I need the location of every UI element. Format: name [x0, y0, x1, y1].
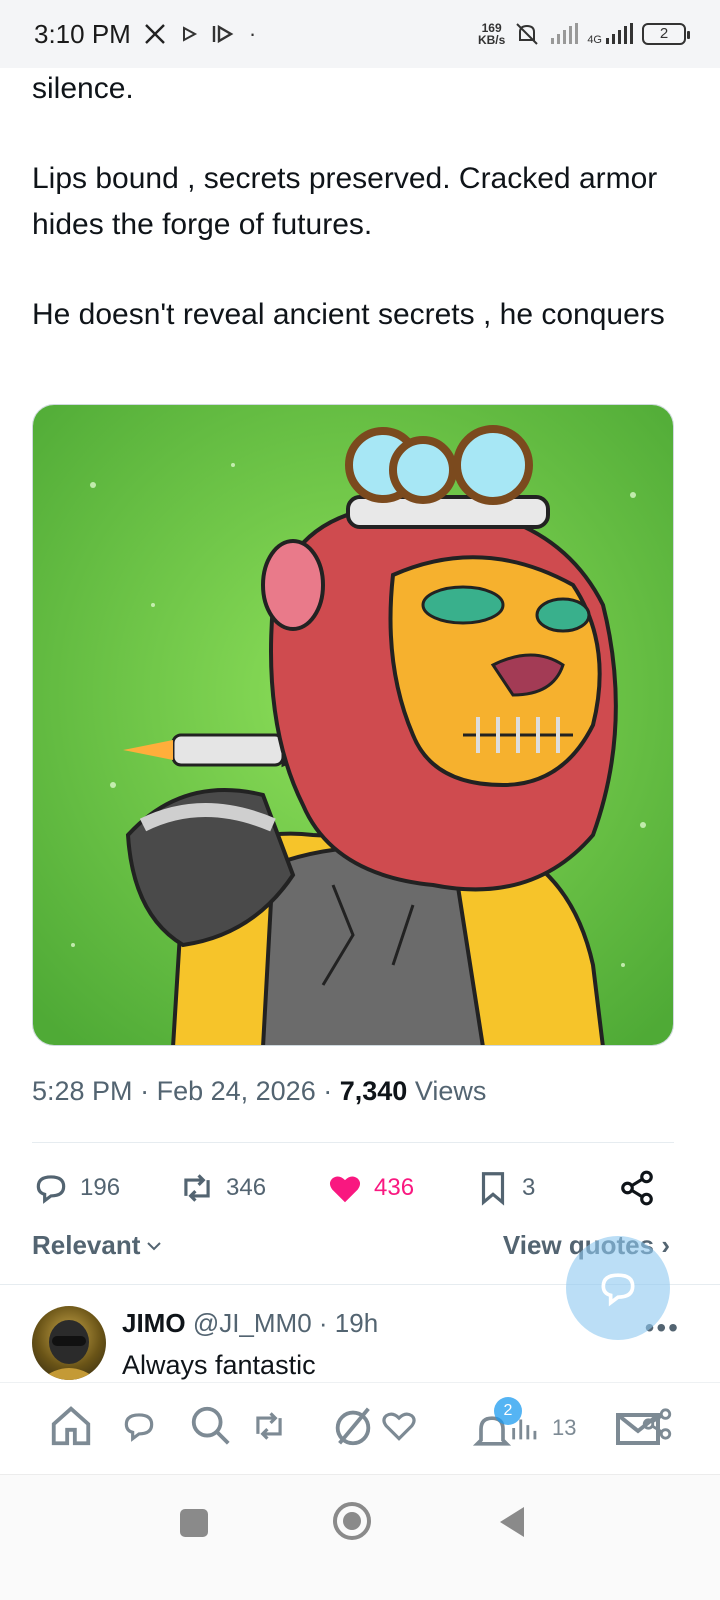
tweet-meta: 5:28 PM · Feb 24, 2026 · 7,340 Views — [32, 1076, 487, 1106]
mute-bell-icon — [516, 23, 539, 45]
home-icon[interactable] — [48, 1403, 94, 1449]
more-notifications-dot-icon: · — [248, 21, 257, 46]
bottom-nav: 2 13 — [0, 1382, 720, 1474]
compose-reply-button[interactable] — [566, 1236, 670, 1340]
status-bar: 3:10 PM · 169 KB/s 4G 2 — [0, 0, 720, 68]
reply-sort-label: Relevant — [32, 1230, 141, 1260]
share-button[interactable] — [618, 1169, 656, 1207]
divider — [32, 1142, 674, 1143]
play-store-icon — [182, 26, 197, 42]
analytics-count: 13 — [552, 1415, 577, 1440]
android-nav-bar — [0, 1474, 720, 1600]
heart-icon[interactable] — [380, 1407, 418, 1445]
avatar[interactable] — [32, 1306, 106, 1380]
signal-4g-icon: 4G — [587, 22, 634, 46]
status-time: 3:10 PM — [34, 18, 131, 49]
repost-icon — [184, 1174, 210, 1202]
reply-sort-dropdown[interactable]: Relevant — [32, 1230, 164, 1261]
recents-square-icon[interactable] — [178, 1507, 210, 1539]
heart-filled-icon — [329, 1176, 361, 1203]
reply-author-name[interactable]: JIMO — [122, 1308, 186, 1338]
tweet-text: silence. Lips bound , secrets preserved.… — [32, 66, 682, 338]
share-icon — [621, 1170, 653, 1206]
back-triangle-icon[interactable] — [496, 1505, 528, 1539]
chevron-down-icon — [147, 1241, 162, 1250]
tweet-text-line: silence. — [32, 72, 134, 105]
chevron-right-icon: › — [661, 1230, 670, 1260]
network-speed: 169 KB/s — [477, 21, 506, 47]
views-label: Views — [414, 1076, 487, 1106]
bookmark-count: 3 — [522, 1174, 536, 1201]
repost-icon[interactable] — [250, 1407, 288, 1445]
reply-handle[interactable]: @JI_MM0 — [193, 1308, 312, 1338]
reply-age: 19h — [334, 1308, 379, 1338]
reply-header: JIMO @JI_MM0 · 19h — [122, 1308, 379, 1338]
reply-button[interactable]: 196 — [32, 1169, 178, 1207]
like-button[interactable]: 436 — [326, 1169, 474, 1207]
bookmark-icon — [481, 1172, 505, 1206]
signal-icon — [551, 23, 579, 44]
grok-icon[interactable] — [330, 1403, 376, 1449]
x-logo-icon — [144, 24, 165, 44]
reply-count: 196 — [80, 1174, 121, 1201]
search-icon[interactable] — [188, 1403, 234, 1449]
share-icon[interactable] — [640, 1407, 674, 1441]
like-count: 436 — [374, 1174, 415, 1201]
tweet-actions: 196 346 436 3 — [32, 1166, 692, 1210]
reply-icon — [36, 1175, 66, 1204]
repost-button[interactable]: 346 — [178, 1169, 326, 1207]
tweet-text-line: Lips bound , secrets preserved. Cracked … — [32, 162, 658, 241]
battery-icon: 2 — [642, 23, 690, 45]
home-circle-icon[interactable] — [332, 1501, 372, 1541]
analytics-icon[interactable] — [508, 1411, 542, 1445]
bookmark-button[interactable]: 3 — [474, 1169, 618, 1207]
tweet-date: Feb 24, 2026 — [156, 1076, 316, 1106]
tweet-time: 5:28 PM — [32, 1076, 133, 1106]
tweet-image[interactable] — [32, 404, 674, 1046]
views-count: 7,340 — [339, 1076, 408, 1106]
avatar-image — [40, 1320, 98, 1380]
lion-illustration — [33, 405, 673, 1045]
reply-text: Always fantastic — [122, 1350, 316, 1380]
repost-count: 346 — [226, 1174, 267, 1201]
tweet-text-line: He doesn't reveal ancient secrets , he c… — [32, 298, 665, 331]
media-icon — [212, 24, 234, 44]
reply-icon[interactable] — [120, 1407, 158, 1445]
chat-bubble-icon — [601, 1273, 635, 1307]
